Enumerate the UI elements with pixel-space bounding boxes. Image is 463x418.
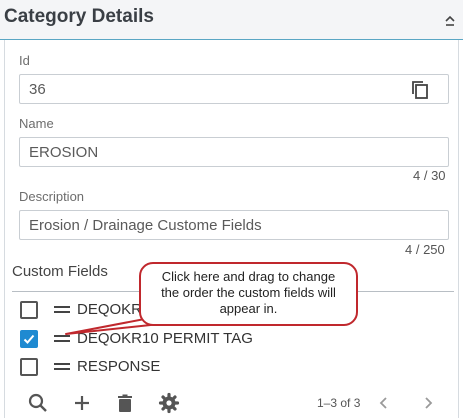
drag-handle-icon[interactable] xyxy=(54,335,70,343)
name-label: Name xyxy=(19,116,54,131)
description-char-counter: 4 / 250 xyxy=(405,242,445,257)
checkbox[interactable] xyxy=(20,358,38,376)
delete-icon[interactable] xyxy=(114,392,136,414)
drag-handle-icon[interactable] xyxy=(54,306,70,314)
settings-icon[interactable] xyxy=(158,392,180,414)
id-label: Id xyxy=(19,53,30,68)
search-icon[interactable] xyxy=(27,392,49,414)
id-value: 36 xyxy=(29,81,46,98)
chevron-right-icon[interactable] xyxy=(420,395,436,411)
pagination-range: 1–3 of 3 xyxy=(317,396,361,410)
checkbox-checked[interactable] xyxy=(20,330,38,348)
custom-fields-title: Custom Fields xyxy=(12,263,108,280)
name-field[interactable]: EROSION xyxy=(19,137,449,167)
description-field[interactable]: Erosion / Drainage Custome Fields xyxy=(19,210,449,240)
custom-field-row[interactable]: DEQOKR10 PERMIT TAG xyxy=(20,327,280,351)
panel-title: Category Details xyxy=(4,6,154,27)
custom-field-label: DEQOKR xyxy=(77,301,143,318)
custom-field-row[interactable]: RESPONSE xyxy=(20,355,280,379)
copy-icon[interactable] xyxy=(410,80,430,100)
name-value: EROSION xyxy=(29,144,99,161)
custom-field-label: DEQOKR10 PERMIT TAG xyxy=(77,330,253,347)
add-icon[interactable] xyxy=(71,392,93,414)
checkbox[interactable] xyxy=(20,301,38,319)
drag-handle-icon[interactable] xyxy=(54,363,70,371)
description-value: Erosion / Drainage Custome Fields xyxy=(29,217,262,234)
name-char-counter: 4 / 30 xyxy=(413,168,446,183)
callout-annotation: Click here and drag to change the order … xyxy=(139,262,358,326)
custom-field-label: RESPONSE xyxy=(77,358,161,375)
panel-header: Category Details xyxy=(0,0,463,40)
id-field[interactable]: 36 xyxy=(19,74,449,104)
checkmark-icon xyxy=(23,334,35,344)
chevron-left-icon[interactable] xyxy=(376,395,392,411)
collapse-icon[interactable] xyxy=(443,14,457,28)
description-label: Description xyxy=(19,189,85,204)
